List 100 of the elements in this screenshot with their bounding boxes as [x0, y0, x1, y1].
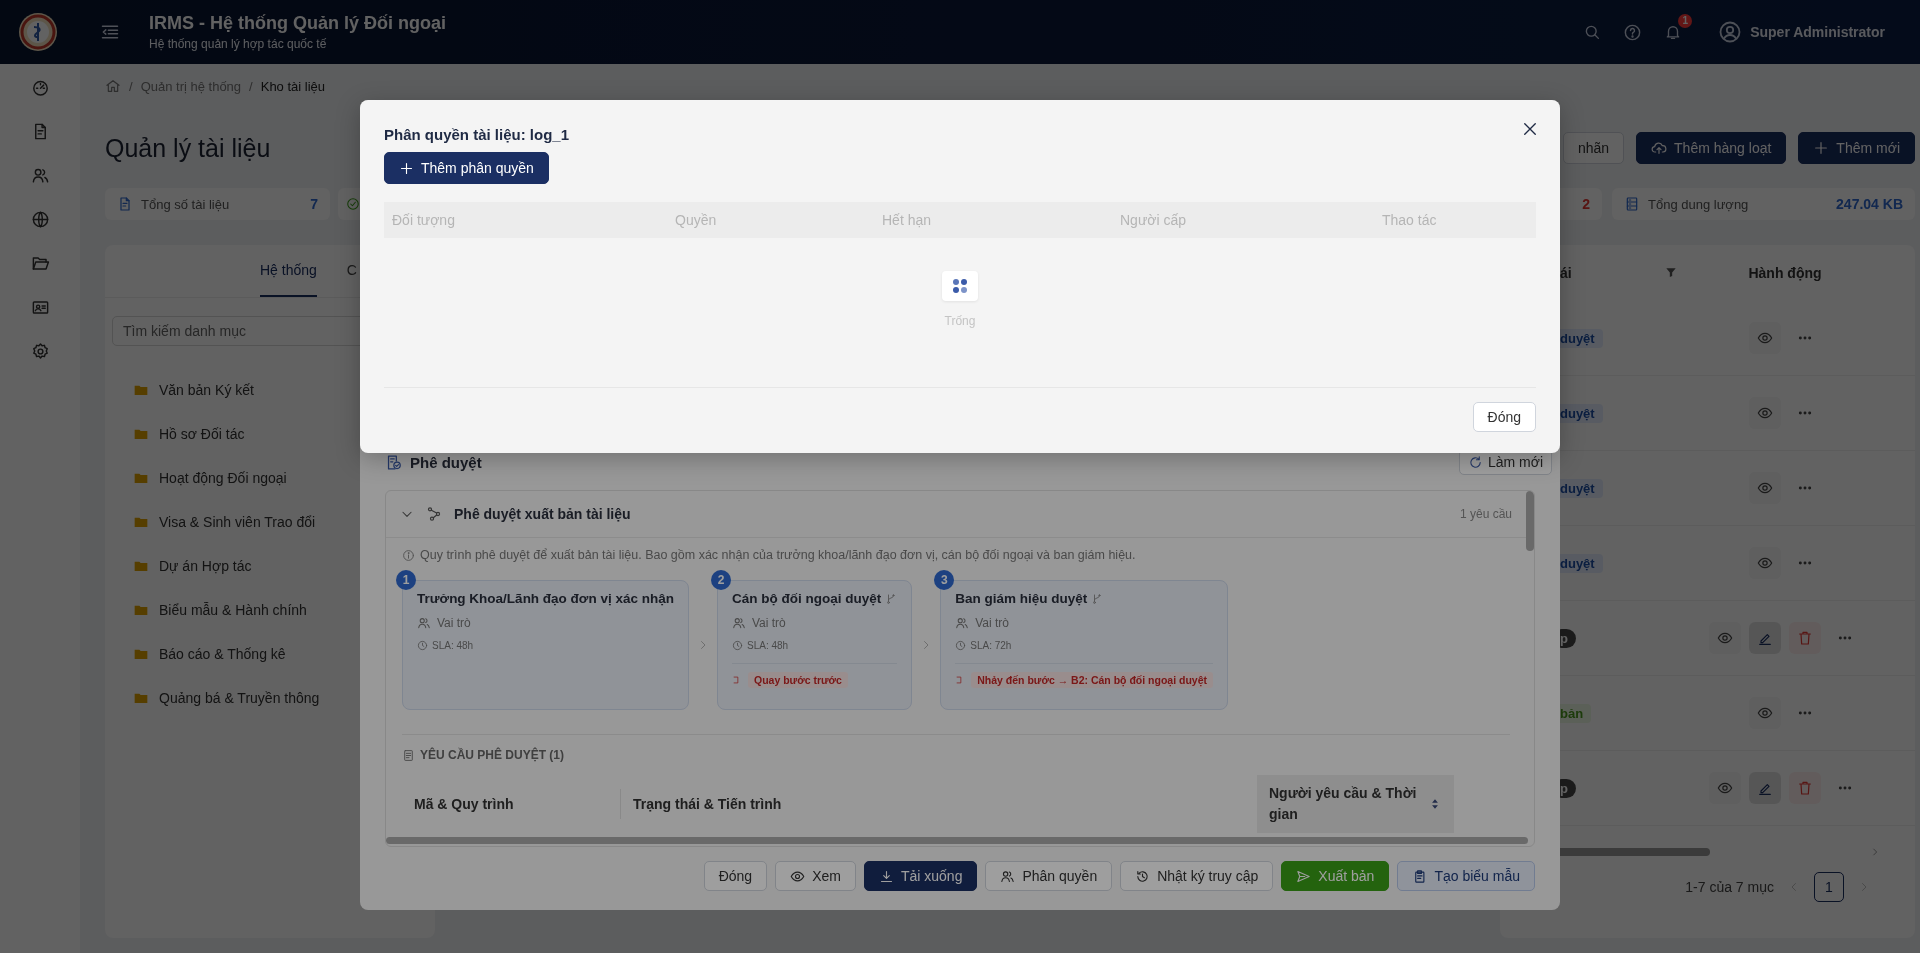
plus-icon: [399, 160, 414, 176]
delete-button[interactable]: [1789, 622, 1821, 654]
send-icon: [1296, 868, 1312, 884]
eye-icon: [1717, 630, 1733, 646]
home-icon[interactable]: [105, 78, 121, 94]
reject-action-tag: Nhảy đến bước → B2: Cán bộ đối ngoại duyệt: [971, 672, 1213, 688]
pagination-summary: 1-7 của 7 mục: [1685, 879, 1774, 895]
folder-item[interactable]: Hồ sơ Đối tác: [159, 426, 245, 442]
step-number: 1: [396, 570, 416, 590]
edit-button[interactable]: [1749, 622, 1781, 654]
globe-icon[interactable]: [30, 209, 50, 229]
app-title: IRMS - Hệ thống Quản lý Đối ngoại: [149, 13, 446, 34]
step-title: Trưởng Khoa/Lãnh đạo đơn vị xác nhận: [417, 591, 674, 606]
scrollbar[interactable]: [1526, 491, 1534, 551]
column-header: ái: [1560, 265, 1572, 281]
stat-value: 247.04 KB: [1836, 196, 1903, 212]
workflow-title[interactable]: Phê duyệt xuất bản tài liệu: [454, 506, 631, 522]
filter-icon[interactable]: [1664, 266, 1678, 280]
step-assignee: Vai trò: [752, 616, 786, 630]
refresh-icon: [1467, 454, 1483, 470]
breadcrumb-item: Kho tài liệu: [260, 78, 326, 94]
user-avatar-icon[interactable]: [1718, 20, 1743, 44]
workflow-icon: [426, 506, 442, 522]
stat-label: Tổng số tài liệu: [141, 196, 230, 212]
category-tab[interactable]: C: [346, 245, 357, 297]
notification-badge: 1: [1678, 14, 1693, 28]
folder-item[interactable]: Văn bản Ký kết: [159, 382, 254, 398]
clipboard-icon: [1412, 868, 1428, 884]
scroll-right-icon[interactable]: [1870, 847, 1880, 857]
search-icon[interactable]: [1583, 23, 1602, 41]
dialog-button[interactable]: Đóng: [703, 861, 768, 891]
folder-item[interactable]: Visa & Sinh viên Trao đổi: [159, 514, 316, 530]
database-icon: [1624, 196, 1640, 212]
app-subtitle: Hệ thống quản lý hợp tác quốc tế: [149, 37, 328, 51]
dialog-button[interactable]: Tải xuống: [863, 861, 978, 891]
breadcrumb-separator: /: [129, 78, 133, 94]
people-icon: [955, 616, 970, 630]
step-title: Cán bộ đối ngoại duyệt: [732, 591, 882, 606]
dialog-button[interactable]: Phân quyền: [985, 861, 1113, 891]
folder-item[interactable]: Hoạt động Đối ngoại: [159, 470, 287, 486]
trash-icon: [1797, 780, 1813, 796]
user-name[interactable]: Super Administrator: [1750, 24, 1885, 40]
approval-icon: [385, 453, 402, 471]
dialog-button[interactable]: Nhật ký truy cập: [1120, 861, 1274, 891]
eye-icon: [1757, 330, 1773, 346]
menu-fold-icon[interactable]: [100, 22, 120, 42]
close-dialog-button[interactable]: Đóng: [1472, 402, 1536, 432]
step-sla: SLA: 48h: [747, 640, 789, 651]
document-icon: [117, 196, 133, 212]
folder-item[interactable]: Quảng bá & Truyền thông: [159, 690, 320, 706]
delete-button[interactable]: [1789, 772, 1821, 804]
category-tab[interactable]: Hệ thống: [260, 245, 317, 297]
page-title: Quản lý tài liệu: [105, 133, 271, 163]
column-header[interactable]: Mã & Quy trình: [402, 775, 620, 833]
scrollbar[interactable]: [386, 837, 1528, 844]
edit-button[interactable]: [1749, 772, 1781, 804]
settings-icon[interactable]: [30, 341, 50, 361]
dialog-button[interactable]: Xuất bản: [1281, 861, 1390, 891]
download-icon: [878, 868, 894, 884]
upload-icon: [1651, 140, 1668, 156]
folder-item[interactable]: Dự án Hợp tác: [159, 558, 252, 574]
logo-icon: [18, 12, 58, 52]
clock-icon: [732, 640, 743, 651]
stat-value: 2: [1582, 196, 1590, 212]
trash-icon: [1797, 630, 1813, 646]
step-number: 3: [934, 570, 955, 590]
eye-icon: [1757, 555, 1773, 571]
step-number: 2: [711, 570, 731, 590]
dialog-button[interactable]: Xem: [775, 861, 856, 891]
folder-item[interactable]: Biểu mẫu & Hành chính: [159, 602, 307, 618]
eye-icon: [1757, 705, 1773, 721]
folder-item[interactable]: Báo cáo & Thống kê: [159, 646, 286, 662]
page-button[interactable]: 1: [1814, 872, 1844, 902]
reject-action-tag: Quay bước trước: [748, 672, 848, 688]
toolbar-button[interactable]: Thêm hàng loạt: [1636, 132, 1787, 164]
toolbar-button[interactable]: Thêm mới: [1798, 132, 1915, 164]
requests-title: YÊU CẦU PHÊ DUYỆT (1): [420, 748, 565, 762]
workflow-description: Quy trình phê duyệt để xuất bản tài liệu. Bao gồm xác nhận của trưởng khoa/lãnh đạo đơn vị, cán bộ đối ngoại và ban giám hiệu.: [420, 548, 1136, 562]
plus-icon: [1813, 140, 1830, 156]
eye-icon: [1757, 480, 1773, 496]
check-circle-icon: [346, 197, 360, 211]
step-sla: SLA: 48h: [432, 640, 474, 651]
column-header[interactable]: Người yêu cầu & Thời gian: [1257, 775, 1454, 833]
help-icon[interactable]: [1623, 22, 1643, 42]
people-icon: [1000, 868, 1016, 884]
dialog-button[interactable]: Tạo biểu mẫu: [1397, 861, 1535, 891]
request-count: 1 yêu cầu: [1459, 507, 1512, 521]
close-icon: [1521, 120, 1539, 138]
people-icon: [732, 616, 746, 630]
toolbar-button[interactable]: nhãn: [1562, 132, 1625, 164]
add-permission-button[interactable]: Thêm phân quyền: [384, 152, 549, 184]
stat-value: 7: [310, 196, 318, 212]
step-assignee: Vai trò: [437, 616, 471, 630]
section-title: Phê duyệt: [410, 453, 482, 471]
info-icon: [402, 548, 415, 562]
stat-label: Tổng dung lượng: [1648, 196, 1749, 212]
clock-icon: [417, 640, 428, 651]
people-icon: [417, 616, 431, 630]
breadcrumb-separator: /: [249, 78, 253, 94]
step-title: Ban giám hiệu duyệt: [955, 591, 1088, 606]
